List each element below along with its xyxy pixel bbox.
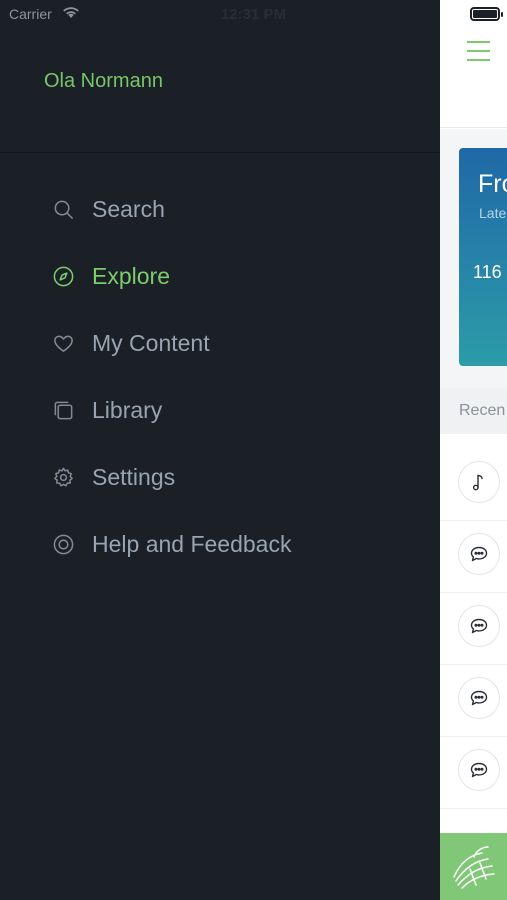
drawer-menu: Search Explore My Content Library Settin…: [0, 176, 440, 578]
menu-item-library[interactable]: Library: [0, 377, 440, 444]
featured-card-title: Fro: [478, 170, 507, 198]
menu-item-label: Settings: [92, 464, 176, 490]
list-item[interactable]: [440, 737, 507, 809]
top-bar: [440, 0, 507, 128]
list-item[interactable]: [440, 593, 507, 665]
menu-item-my-content[interactable]: My Content: [0, 310, 440, 377]
heart-icon: [52, 332, 75, 355]
gear-icon: [52, 466, 75, 489]
menu-item-label: Help and Feedback: [92, 531, 292, 557]
chat-bubble-icon: [458, 677, 500, 719]
featured-card[interactable]: Fro Late 116: [459, 148, 507, 366]
user-name[interactable]: Ola Normann: [44, 70, 163, 93]
featured-card-count: 116: [473, 262, 502, 282]
menu-item-label: Explore: [92, 263, 170, 289]
drawer-header: Ola Normann: [0, 0, 440, 153]
library-icon: [52, 399, 75, 422]
list-item[interactable]: [440, 449, 507, 521]
navigation-drawer: Ola Normann Search Explore My Content Li…: [0, 0, 440, 900]
menu-item-explore[interactable]: Explore: [0, 243, 440, 310]
recent-list: [440, 434, 507, 834]
menu-item-label: Library: [92, 397, 163, 423]
mini-player-artwork[interactable]: [440, 833, 507, 900]
search-icon: [52, 198, 75, 221]
list-item[interactable]: [440, 665, 507, 737]
menu-item-settings[interactable]: Settings: [0, 444, 440, 511]
chat-bubble-icon: [458, 533, 500, 575]
music-note-icon: [458, 461, 500, 503]
menu-item-search[interactable]: Search: [0, 176, 440, 243]
menu-item-label: My Content: [92, 330, 210, 356]
lifebuoy-icon: [52, 533, 75, 556]
list-item[interactable]: [440, 521, 507, 593]
chat-bubble-icon: [458, 605, 500, 647]
section-header: Recen: [440, 388, 507, 434]
section-label: Recen: [459, 402, 506, 419]
featured-card-subtitle: Late: [479, 205, 507, 221]
menu-item-label: Search: [92, 196, 165, 222]
chat-bubble-icon: [458, 749, 500, 791]
hamburger-menu-icon[interactable]: [467, 40, 490, 62]
menu-item-help-feedback[interactable]: Help and Feedback: [0, 511, 440, 578]
compass-icon: [52, 265, 75, 288]
